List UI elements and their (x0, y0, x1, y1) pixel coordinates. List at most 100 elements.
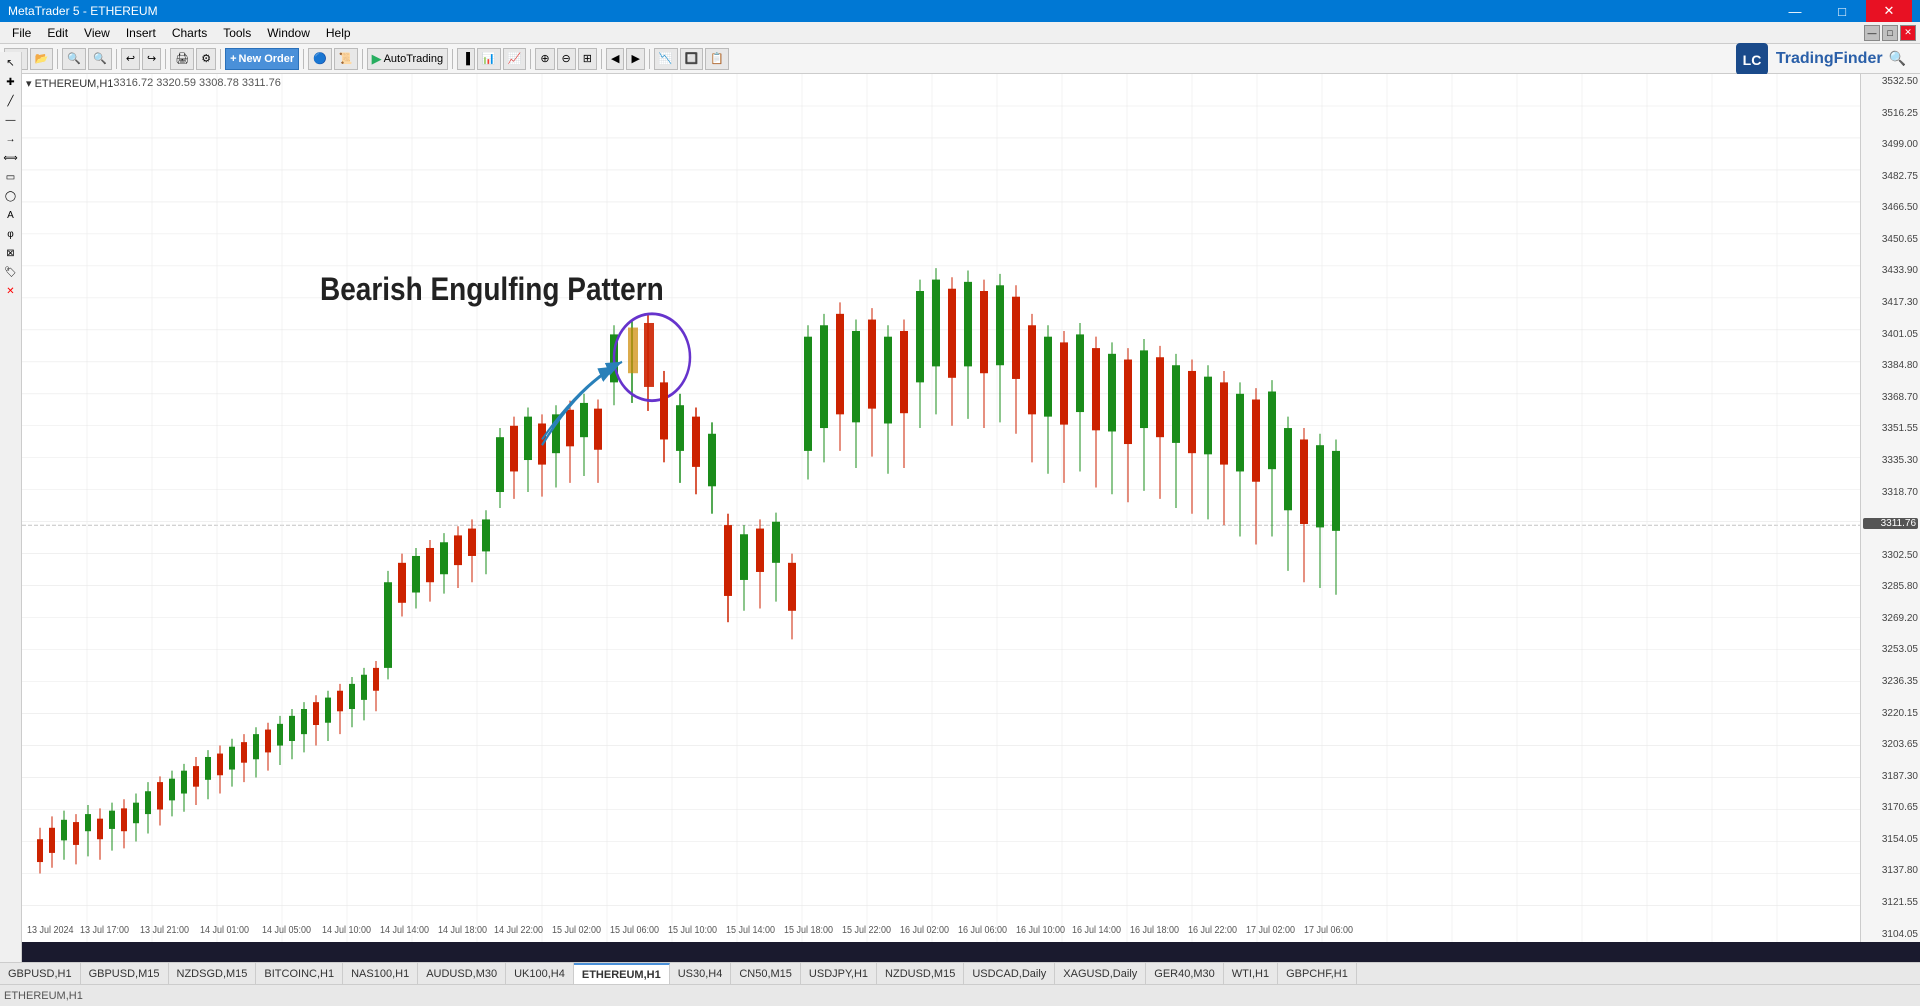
svg-text:13 Jul 21:00: 13 Jul 21:00 (140, 924, 189, 936)
draw-delete-tool[interactable]: ✕ (2, 282, 20, 300)
svg-text:17 Jul 06:00: 17 Jul 06:00 (1304, 924, 1353, 936)
menu-edit[interactable]: Edit (39, 26, 76, 40)
open-btn[interactable]: 📂 (30, 48, 54, 70)
arrow-tool[interactable]: ↖ (2, 54, 20, 72)
logo-area: LC TradingFinder 🔍 (1734, 41, 1916, 77)
price-3499: 3499.00 (1863, 139, 1918, 150)
svg-text:14 Jul 18:00: 14 Jul 18:00 (438, 924, 487, 936)
draw-gann-tool[interactable]: ⊠ (2, 244, 20, 262)
zoom-in-btn[interactable]: 🔍 (62, 48, 86, 70)
tab-ger40-m30[interactable]: GER40,M30 (1146, 963, 1224, 984)
tab-ethereum-h1[interactable]: ETHEREUM,H1 (574, 963, 670, 984)
tab-gbpusd-m15[interactable]: GBPUSD,M15 (81, 963, 169, 984)
price-3352: 3351.55 (1863, 423, 1918, 434)
tab-usdjpy-h1[interactable]: USDJPY,H1 (801, 963, 877, 984)
script-btn[interactable]: 📜 (334, 48, 358, 70)
tab-nas100-h1[interactable]: NAS100,H1 (343, 963, 418, 984)
draw-channel-tool[interactable]: ⟺ (2, 149, 20, 167)
app-controls: — □ ✕ (1864, 25, 1916, 41)
bar-chart-btn[interactable]: ▐ (457, 48, 475, 70)
redo-btn[interactable]: ↪ (142, 48, 161, 70)
minimize-btn[interactable]: — (1772, 0, 1818, 22)
templates-btn[interactable]: 📋 (705, 48, 729, 70)
zoom-minus-btn[interactable]: ⊖ (557, 48, 576, 70)
draw-fibo-tool[interactable]: φ (2, 225, 20, 243)
svg-text:17 Jul 02:00: 17 Jul 02:00 (1246, 924, 1295, 936)
indicators-btn[interactable]: 📉 (654, 48, 678, 70)
tab-cn50-m15[interactable]: CN50,M15 (731, 963, 801, 984)
tab-audusd-m30[interactable]: AUDUSD,M30 (418, 963, 506, 984)
tab-nzdsgd-m15[interactable]: NZDSGD,M15 (169, 963, 257, 984)
objects-btn[interactable]: 🔲 (680, 48, 704, 70)
auto-trading-btn[interactable]: ▶ AutoTrading (367, 48, 449, 70)
draw-rect-tool[interactable]: ▭ (2, 168, 20, 186)
tab-us30-h4[interactable]: US30,H4 (670, 963, 732, 984)
undo-btn[interactable]: ↩ (121, 48, 140, 70)
menu-bar: File Edit View Insert Charts Tools Windo… (0, 22, 1920, 44)
app-maximize[interactable]: □ (1882, 25, 1898, 41)
draw-ray-tool[interactable]: → (2, 130, 20, 148)
scroll-left-btn[interactable]: ◀ (606, 48, 624, 70)
menu-insert[interactable]: Insert (118, 26, 164, 40)
svg-text:15 Jul 18:00: 15 Jul 18:00 (784, 924, 833, 936)
menu-file[interactable]: File (4, 26, 39, 40)
maximize-btn[interactable]: □ (1819, 0, 1865, 22)
crosshair-tool[interactable]: ✚ (2, 73, 20, 91)
svg-text:13 Jul 2024: 13 Jul 2024 (27, 924, 74, 936)
price-3369: 3368.70 (1863, 392, 1918, 403)
properties-btn[interactable]: ⚙ (196, 48, 216, 70)
price-3220: 3220.15 (1863, 708, 1918, 719)
tab-gbpusd-h1[interactable]: GBPUSD,H1 (0, 963, 81, 984)
menu-charts[interactable]: Charts (164, 26, 215, 40)
price-3171: 3170.65 (1863, 802, 1918, 813)
tab-xagusd-daily[interactable]: XAGUSD,Daily (1055, 963, 1146, 984)
draw-text-tool[interactable]: A (2, 206, 20, 224)
pattern-text: Bearish Engulfing Pattern (320, 272, 664, 307)
price-axis: 3532.50 3516.25 3499.00 3482.75 3466.50 … (1860, 74, 1920, 942)
scroll-right-btn[interactable]: ▶ (626, 48, 644, 70)
app-minimize[interactable]: — (1864, 25, 1880, 41)
close-btn[interactable]: ✕ (1866, 0, 1912, 22)
zoom-plus-btn[interactable]: ⊕ (535, 48, 554, 70)
tab-wti-h1[interactable]: WTI,H1 (1224, 963, 1278, 984)
tab-bitcoinc-h1[interactable]: BITCOINC,H1 (256, 963, 343, 984)
tab-usdcad-daily[interactable]: USDCAD,Daily (964, 963, 1055, 984)
search-btn[interactable]: 🔍 (1889, 50, 1906, 67)
price-3253: 3253.05 (1863, 644, 1918, 655)
tab-uk100-h4[interactable]: UK100,H4 (506, 963, 574, 984)
price-3204: 3203.65 (1863, 739, 1918, 750)
price-3401: 3401.05 (1863, 329, 1918, 340)
svg-text:15 Jul 06:00: 15 Jul 06:00 (610, 924, 659, 936)
algo-btn[interactable]: 🔵 (308, 48, 332, 70)
price-3138: 3137.80 (1863, 865, 1918, 876)
menu-view[interactable]: View (76, 26, 118, 40)
menu-tools[interactable]: Tools (215, 26, 259, 40)
zoom-out-btn[interactable]: 🔍 (88, 48, 112, 70)
chart-area[interactable]: Bearish Engulfing Pattern 13 Jul 2024 13… (22, 74, 1860, 942)
chart-svg: Bearish Engulfing Pattern 13 Jul 2024 13… (22, 74, 1860, 942)
price-3154: 3154.05 (1863, 834, 1918, 845)
svg-text:16 Jul 18:00: 16 Jul 18:00 (1130, 924, 1179, 936)
price-3104: 3104.05 (1863, 929, 1918, 940)
draw-ellipse-tool[interactable]: ◯ (2, 187, 20, 205)
svg-text:16 Jul 10:00: 16 Jul 10:00 (1016, 924, 1065, 936)
draw-label-tool[interactable]: 🏷 (2, 263, 20, 281)
svg-text:16 Jul 02:00: 16 Jul 02:00 (900, 924, 949, 936)
tab-nzdusd-m15[interactable]: NZDUSD,M15 (877, 963, 964, 984)
svg-text:14 Jul 01:00: 14 Jul 01:00 (200, 924, 249, 936)
app-close[interactable]: ✕ (1900, 25, 1916, 41)
window-controls: — □ ✕ (1772, 0, 1912, 22)
menu-window[interactable]: Window (259, 26, 318, 40)
svg-text:15 Jul 14:00: 15 Jul 14:00 (726, 924, 775, 936)
draw-hline-tool[interactable]: — (2, 111, 20, 129)
new-order-btn[interactable]: + New Order (225, 48, 299, 70)
line-chart-btn[interactable]: 📈 (503, 48, 527, 70)
menu-help[interactable]: Help (318, 26, 359, 40)
candle-btn[interactable]: 📊 (477, 48, 501, 70)
current-price: 3311.76 (1863, 518, 1918, 529)
draw-line-tool[interactable]: ╱ (2, 92, 20, 110)
tab-gbpchf-h1[interactable]: GBPCHF,H1 (1278, 963, 1357, 984)
new-order-icon: + (230, 53, 236, 65)
print-btn[interactable]: 🖨 (170, 48, 194, 70)
fit-chart-btn[interactable]: ⊞ (578, 48, 597, 70)
